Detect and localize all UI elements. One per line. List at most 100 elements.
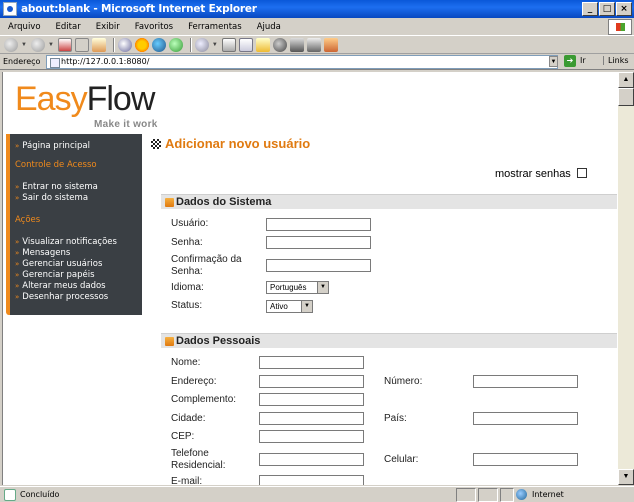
show-passwords-checkbox[interactable] [576, 168, 587, 178]
back-dropdown-icon[interactable]: ▼ [21, 42, 27, 48]
number-input[interactable] [473, 375, 578, 388]
sidebar-item-design-processes[interactable]: » Desenhar processos [10, 292, 142, 303]
complement-input[interactable] [259, 393, 364, 406]
folder-icon[interactable] [255, 37, 270, 52]
bookmark-icon[interactable] [323, 37, 338, 52]
logo-easy-text: Easy [15, 80, 88, 118]
search-icon[interactable] [117, 37, 132, 52]
sidebar-heading-access: Controle de Acesso [15, 160, 97, 170]
go-arrow-icon[interactable]: ➔ [564, 55, 576, 67]
edit-icon[interactable] [238, 37, 253, 52]
scroll-down-icon[interactable]: ▼ [618, 469, 634, 485]
city-input[interactable] [259, 412, 364, 425]
mail-dropdown-icon[interactable]: ▼ [212, 42, 218, 48]
home-phone-input[interactable] [259, 453, 364, 466]
email-input[interactable] [259, 475, 364, 485]
sidebar-heading-actions: Ações [15, 215, 41, 225]
scrollbar-thumb[interactable] [618, 88, 634, 106]
show-passwords-toggle[interactable]: mostrar senhas [495, 168, 587, 180]
home-phone-label-1: Telefone [171, 448, 209, 459]
stop-icon[interactable] [57, 37, 72, 52]
sidebar-item-home[interactable]: » Página principal [10, 141, 142, 152]
toolbar-separator [189, 37, 191, 52]
home-phone-label-2: Residencial: [171, 460, 226, 471]
menu-editar[interactable]: Editar [48, 22, 88, 32]
language-select[interactable]: Português ▼ [266, 281, 329, 294]
menu-favoritos[interactable]: Favoritos [127, 22, 180, 32]
status-pane [500, 488, 514, 502]
select-dropdown-icon[interactable]: ▼ [317, 282, 328, 293]
system-data-header: Dados do Sistema [161, 194, 617, 209]
messenger-icon[interactable] [272, 37, 287, 52]
country-input[interactable] [473, 412, 578, 425]
sidebar-item-login[interactable]: » Entrar no sistema [10, 182, 142, 193]
name-input[interactable] [259, 356, 364, 369]
forward-arrow-icon[interactable] [30, 37, 45, 52]
menu-exibir[interactable]: Exibir [88, 22, 127, 32]
sidebar-item-my-data[interactable]: » Alterar meus dados [10, 281, 142, 292]
confirm-password-label-1: Confirmação da [171, 254, 242, 265]
menu-ferramentas[interactable]: Ferramentas [180, 22, 249, 32]
research-icon[interactable] [306, 37, 321, 52]
maximize-button[interactable]: □ [599, 2, 615, 16]
menu-arquivo[interactable]: Arquivo [0, 22, 48, 32]
forward-dropdown-icon[interactable]: ▼ [48, 42, 54, 48]
page-viewport: EasyFlow Make it work » Página principal … [2, 72, 618, 485]
refresh-icon[interactable] [74, 37, 89, 52]
bullet-arrow-icon: » [15, 238, 20, 246]
links-button[interactable]: Links [603, 56, 629, 65]
bullet-arrow-icon: » [15, 183, 20, 191]
personal-data-header: Dados Pessoais [161, 333, 617, 348]
scroll-up-icon[interactable]: ▲ [618, 72, 634, 88]
address-dropdown-icon[interactable]: ▼ [549, 56, 558, 67]
section-icon [165, 198, 174, 207]
toolbar: ▼ ▼ ▼ [0, 36, 634, 54]
home-icon[interactable] [91, 37, 106, 52]
close-button[interactable]: × [616, 2, 632, 16]
bullet-arrow-icon: » [15, 282, 20, 290]
sidebar-item-messages[interactable]: » Mensagens [10, 248, 142, 259]
address-input[interactable]: http://127.0.0.1:8080/ [46, 55, 558, 69]
number-label: Número: [384, 376, 423, 387]
address-label: Endereço [3, 57, 41, 66]
zip-input[interactable] [259, 430, 364, 443]
favorites-star-icon[interactable] [134, 37, 149, 52]
user-label: Usuário: [171, 218, 209, 229]
title-bar: about:blank - Microsoft Internet Explore… [0, 0, 634, 18]
sidebar-item-users[interactable]: » Gerenciar usuários [10, 259, 142, 270]
personal-data-title: Dados Pessoais [176, 335, 261, 347]
sidebar-item-roles[interactable]: » Gerenciar papéis [10, 270, 142, 281]
sidebar-item-notifications[interactable]: » Visualizar notificações [10, 237, 142, 248]
title-checker-icon [151, 139, 161, 149]
confirm-password-input[interactable] [266, 259, 371, 272]
status-pane [478, 488, 498, 502]
user-input[interactable] [266, 218, 371, 231]
mobile-input[interactable] [473, 453, 578, 466]
back-arrow-icon[interactable] [4, 37, 18, 52]
status-text: Concluído [20, 490, 60, 499]
complement-label: Complemento: [171, 394, 237, 405]
easyflow-logo[interactable]: EasyFlow Make it work [15, 80, 157, 130]
print-icon[interactable] [221, 37, 236, 52]
sidebar-item-logout[interactable]: » Sair do sistema [10, 193, 142, 204]
status-select[interactable]: Ativo ▼ [266, 300, 313, 313]
media-icon[interactable] [151, 37, 166, 52]
history-icon[interactable] [168, 37, 183, 52]
zip-label: CEP: [171, 431, 195, 442]
status-pane [456, 488, 476, 502]
address-field-label: Endereço: [171, 376, 217, 387]
address-field-input[interactable] [259, 375, 364, 388]
tools-icon[interactable] [289, 37, 304, 52]
menu-bar: Arquivo Editar Exibir Favoritos Ferramen… [0, 18, 634, 36]
name-label: Nome: [171, 357, 201, 368]
country-label: País: [384, 413, 407, 424]
mail-icon[interactable] [194, 37, 209, 52]
go-button[interactable]: Ir [580, 56, 586, 65]
select-dropdown-icon[interactable]: ▼ [301, 301, 312, 312]
menu-ajuda[interactable]: Ajuda [249, 22, 288, 32]
password-input[interactable] [266, 236, 371, 249]
bullet-arrow-icon: » [15, 293, 20, 301]
minimize-button[interactable]: _ [582, 2, 598, 16]
vertical-scrollbar[interactable]: ▲ ▼ [618, 72, 634, 485]
bullet-arrow-icon: » [15, 142, 20, 150]
